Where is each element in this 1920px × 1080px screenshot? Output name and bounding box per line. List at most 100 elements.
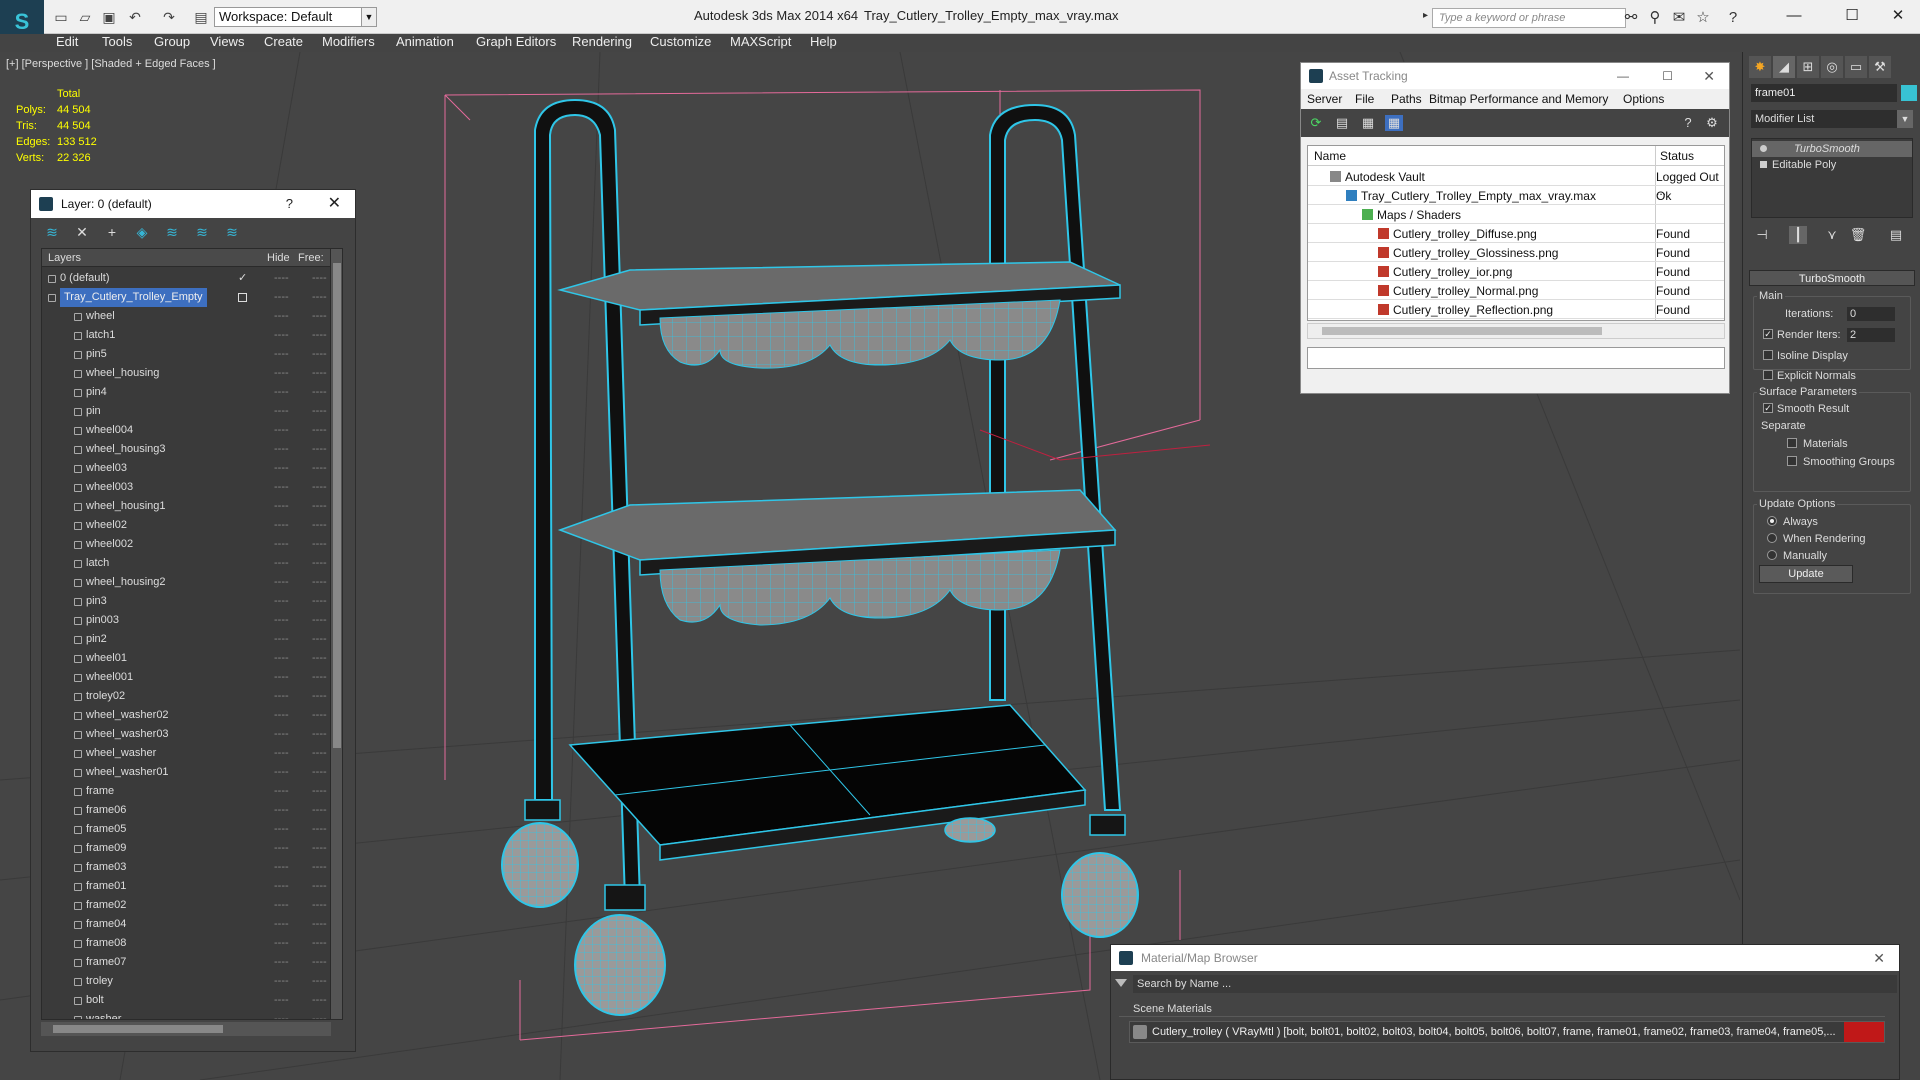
create-layer-icon[interactable]: ≋: [43, 224, 61, 240]
table-view-icon[interactable]: ▦: [1385, 115, 1403, 131]
hide-toggle[interactable]: ----: [274, 402, 289, 421]
layer-row[interactable]: pin5 ---- ----: [42, 345, 332, 364]
layer-row[interactable]: pin003 ---- ----: [42, 611, 332, 630]
hide-toggle[interactable]: ----: [274, 364, 289, 383]
hide-toggle[interactable]: ----: [274, 725, 289, 744]
help-button[interactable]: ?: [286, 190, 293, 218]
layer-row[interactable]: bolt ---- ----: [42, 991, 332, 1010]
motion-tab-icon[interactable]: ◎: [1821, 56, 1843, 78]
layer-row[interactable]: troley ---- ----: [42, 972, 332, 991]
freeze-toggle[interactable]: ----: [312, 991, 327, 1010]
layer-row[interactable]: frame03 ---- ----: [42, 858, 332, 877]
save-file-icon[interactable]: ▣: [100, 8, 118, 26]
hide-toggle[interactable]: ----: [274, 345, 289, 364]
hide-toggle[interactable]: ----: [274, 858, 289, 877]
menu-maxscript[interactable]: MAXScript: [730, 34, 791, 49]
layer-row[interactable]: wheel004 ---- ----: [42, 421, 332, 440]
layer-row[interactable]: latch ---- ----: [42, 554, 332, 573]
show-end-result-icon[interactable]: ┃: [1789, 226, 1807, 244]
freeze-toggle[interactable]: ----: [312, 307, 327, 326]
hide-toggle[interactable]: ----: [274, 782, 289, 801]
hide-toggle[interactable]: ----: [274, 839, 289, 858]
freeze-toggle[interactable]: ----: [312, 516, 327, 535]
layer-row[interactable]: frame08 ---- ----: [42, 934, 332, 953]
menu-customize[interactable]: Customize: [650, 34, 711, 49]
material-search-input[interactable]: Search by Name ...: [1115, 975, 1897, 993]
update-button[interactable]: Update: [1759, 565, 1853, 583]
hide-toggle[interactable]: ----: [274, 516, 289, 535]
hide-toggle[interactable]: ----: [274, 478, 289, 497]
asset-row[interactable]: Cutlery_trolley_ior.png Found: [1308, 262, 1724, 281]
hide-toggle[interactable]: ----: [274, 269, 289, 288]
render-iters-checkbox[interactable]: ✓: [1763, 329, 1773, 339]
menu-create[interactable]: Create: [264, 34, 303, 49]
always-radio[interactable]: [1767, 516, 1777, 526]
maximize-icon[interactable]: ☐: [1662, 63, 1673, 89]
column-freeze[interactable]: Free:: [298, 252, 324, 264]
hide-toggle[interactable]: ----: [274, 459, 289, 478]
hide-toggle[interactable]: ----: [274, 554, 289, 573]
freeze-toggle[interactable]: ----: [312, 744, 327, 763]
menu-modifiers[interactable]: Modifiers: [322, 34, 375, 49]
column-layers[interactable]: Layers: [48, 252, 81, 264]
freeze-toggle[interactable]: ----: [312, 649, 327, 668]
scrollbar-thumb[interactable]: [333, 263, 341, 748]
freeze-toggle[interactable]: ----: [312, 915, 327, 934]
display-tab-icon[interactable]: ▭: [1845, 56, 1867, 78]
lightbulb-icon[interactable]: [1760, 145, 1767, 152]
freeze-toggle[interactable]: ----: [312, 611, 327, 630]
layer-row[interactable]: wheel_washer ---- ----: [42, 744, 332, 763]
chevron-down-icon[interactable]: ▼: [361, 7, 377, 27]
hide-toggle[interactable]: ----: [274, 706, 289, 725]
when-rendering-radio[interactable]: [1767, 533, 1777, 543]
hide-toggle[interactable]: ----: [274, 326, 289, 345]
asset-row[interactable]: Tray_Cutlery_Trolley_Empty_max_vray.max O…: [1308, 186, 1724, 205]
hide-toggle[interactable]: ----: [274, 877, 289, 896]
asset-row[interactable]: Maps / Shaders: [1308, 205, 1724, 224]
hide-toggle[interactable]: ----: [274, 649, 289, 668]
pin-stack-icon[interactable]: ⊣: [1753, 226, 1771, 244]
freeze-toggle[interactable]: ----: [312, 782, 327, 801]
freeze-toggle[interactable]: ----: [312, 497, 327, 516]
smoothing-groups-checkbox[interactable]: [1787, 456, 1797, 466]
menu-group[interactable]: Group: [154, 34, 190, 49]
hide-toggle[interactable]: ----: [274, 1010, 289, 1019]
hide-toggle[interactable]: ----: [274, 421, 289, 440]
freeze-toggle[interactable]: ----: [312, 725, 327, 744]
workspace-dropdown[interactable]: Workspace: Default ▼: [214, 7, 377, 27]
menu-bitmap-performance[interactable]: Bitmap Performance and Memory: [1429, 92, 1608, 106]
object-color-swatch[interactable]: [1901, 85, 1917, 101]
freeze-toggle[interactable]: ----: [312, 877, 327, 896]
menu-server[interactable]: Server: [1307, 92, 1342, 106]
layer-row[interactable]: wheel_washer02 ---- ----: [42, 706, 332, 725]
explicit-normals-checkbox[interactable]: [1763, 370, 1773, 380]
expand-box-icon[interactable]: [1760, 161, 1767, 168]
menu-options[interactable]: Options: [1623, 92, 1664, 106]
layer-row[interactable]: wheel ---- ----: [42, 307, 332, 326]
menu-help[interactable]: Help: [810, 34, 837, 49]
menu-rendering[interactable]: Rendering: [572, 34, 632, 49]
hide-toggle[interactable]: ----: [274, 592, 289, 611]
hide-toggle[interactable]: ----: [274, 744, 289, 763]
render-iters-spinner[interactable]: 2: [1847, 328, 1895, 342]
layer-row[interactable]: frame ---- ----: [42, 782, 332, 801]
freeze-toggle[interactable]: ----: [312, 364, 327, 383]
asset-row[interactable]: Cutlery_trolley_Diffuse.png Found: [1308, 224, 1724, 243]
stack-item-turbosmooth[interactable]: TurboSmooth: [1752, 141, 1912, 157]
minimize-icon[interactable]: —: [1774, 4, 1814, 28]
menu-views[interactable]: Views: [210, 34, 244, 49]
communication-icon[interactable]: ✉: [1670, 9, 1688, 27]
menu-animation[interactable]: Animation: [396, 34, 454, 49]
freeze-toggle[interactable]: ----: [312, 801, 327, 820]
asset-row[interactable]: Cutlery_trolley_Glossiness.png Found: [1308, 243, 1724, 262]
iterations-spinner[interactable]: 0: [1847, 307, 1895, 321]
freeze-toggle[interactable]: ----: [312, 668, 327, 687]
menu-edit[interactable]: Edit: [56, 34, 78, 49]
hide-toggle[interactable]: ----: [274, 991, 289, 1010]
layer-row[interactable]: pin2 ---- ----: [42, 630, 332, 649]
hide-toggle[interactable]: ----: [274, 972, 289, 991]
vertical-scrollbar[interactable]: [330, 249, 342, 1019]
freeze-toggle[interactable]: ----: [312, 269, 327, 288]
freeze-toggle[interactable]: ----: [312, 1010, 327, 1019]
menu-paths[interactable]: Paths: [1391, 92, 1422, 106]
